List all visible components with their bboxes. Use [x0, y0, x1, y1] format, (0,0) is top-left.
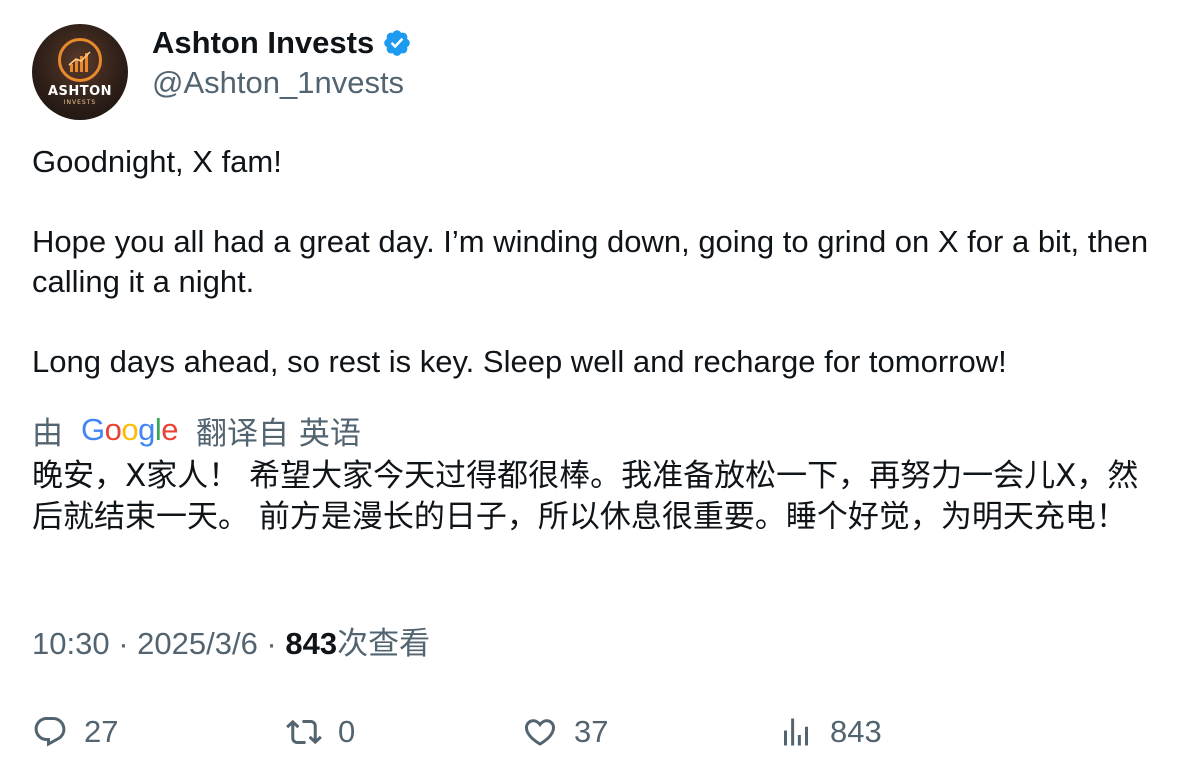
views-label: 次查看: [337, 626, 431, 662]
author-handle[interactable]: @Ashton_1nvests: [152, 65, 412, 101]
tweet-actions: 27 0 37 843: [32, 710, 1164, 754]
tweet-body: Goodnight, X fam! Hope you all had a gre…: [32, 142, 1164, 382]
google-logo: Google: [81, 412, 179, 447]
author-display-name[interactable]: Ashton Invests: [152, 25, 374, 61]
translation-suffix: 翻译自 英语: [196, 415, 361, 452]
heart-icon: [524, 719, 556, 746]
retweet-count: 0: [338, 714, 356, 749]
meta-separator: ·: [257, 626, 286, 661]
tweet-date[interactable]: 2025/3/6: [137, 626, 258, 661]
verified-badge-icon[interactable]: [382, 28, 412, 58]
reply-count: 27: [84, 714, 119, 749]
reply-icon: [34, 717, 66, 747]
views-count: 843: [285, 626, 338, 661]
retweet-icon: [286, 719, 322, 745]
translation-prefix: 由: [32, 415, 63, 452]
avatar-brand-subtext: INVESTS: [63, 99, 97, 106]
tweet-card: ASHTON INVESTS Ashton Invests @Ashton_1n…: [32, 24, 1164, 538]
tweet-text-line: Goodnight, X fam!: [32, 144, 282, 179]
author-identity: Ashton Invests @Ashton_1nvests: [152, 25, 412, 101]
avatar-brand-text: ASHTON: [47, 84, 113, 99]
analytics-icon: [784, 718, 808, 746]
view-count: 843: [830, 714, 882, 749]
display-name-row: Ashton Invests: [152, 25, 412, 61]
translated-text: 晚安，X家人！ 希望大家今天过得都很棒。我准备放松一下，再努力一会儿X，然后就结…: [32, 458, 1139, 535]
avatar[interactable]: ASHTON INVESTS: [32, 24, 128, 120]
translation-attribution[interactable]: 由 Google 翻译自 英语: [32, 410, 1164, 452]
like-count: 37: [574, 714, 609, 749]
analytics-button[interactable]: 843: [778, 710, 882, 754]
tweet-meta: 10:30 · 2025/3/6 · 843次查看: [32, 624, 430, 664]
meta-separator: ·: [109, 626, 138, 661]
tweet-text-line: Hope you all had a great day. I’m windin…: [32, 224, 1149, 299]
reply-button[interactable]: 27: [32, 710, 118, 754]
like-button[interactable]: 37: [522, 710, 608, 754]
tweet-text-line: Long days ahead, so rest is key. Sleep w…: [32, 344, 1007, 379]
chart-bars-icon: [68, 51, 91, 72]
retweet-button[interactable]: 0: [286, 710, 355, 754]
tweet-time[interactable]: 10:30: [32, 626, 110, 661]
tweet-header: ASHTON INVESTS Ashton Invests @Ashton_1n…: [32, 24, 1164, 120]
